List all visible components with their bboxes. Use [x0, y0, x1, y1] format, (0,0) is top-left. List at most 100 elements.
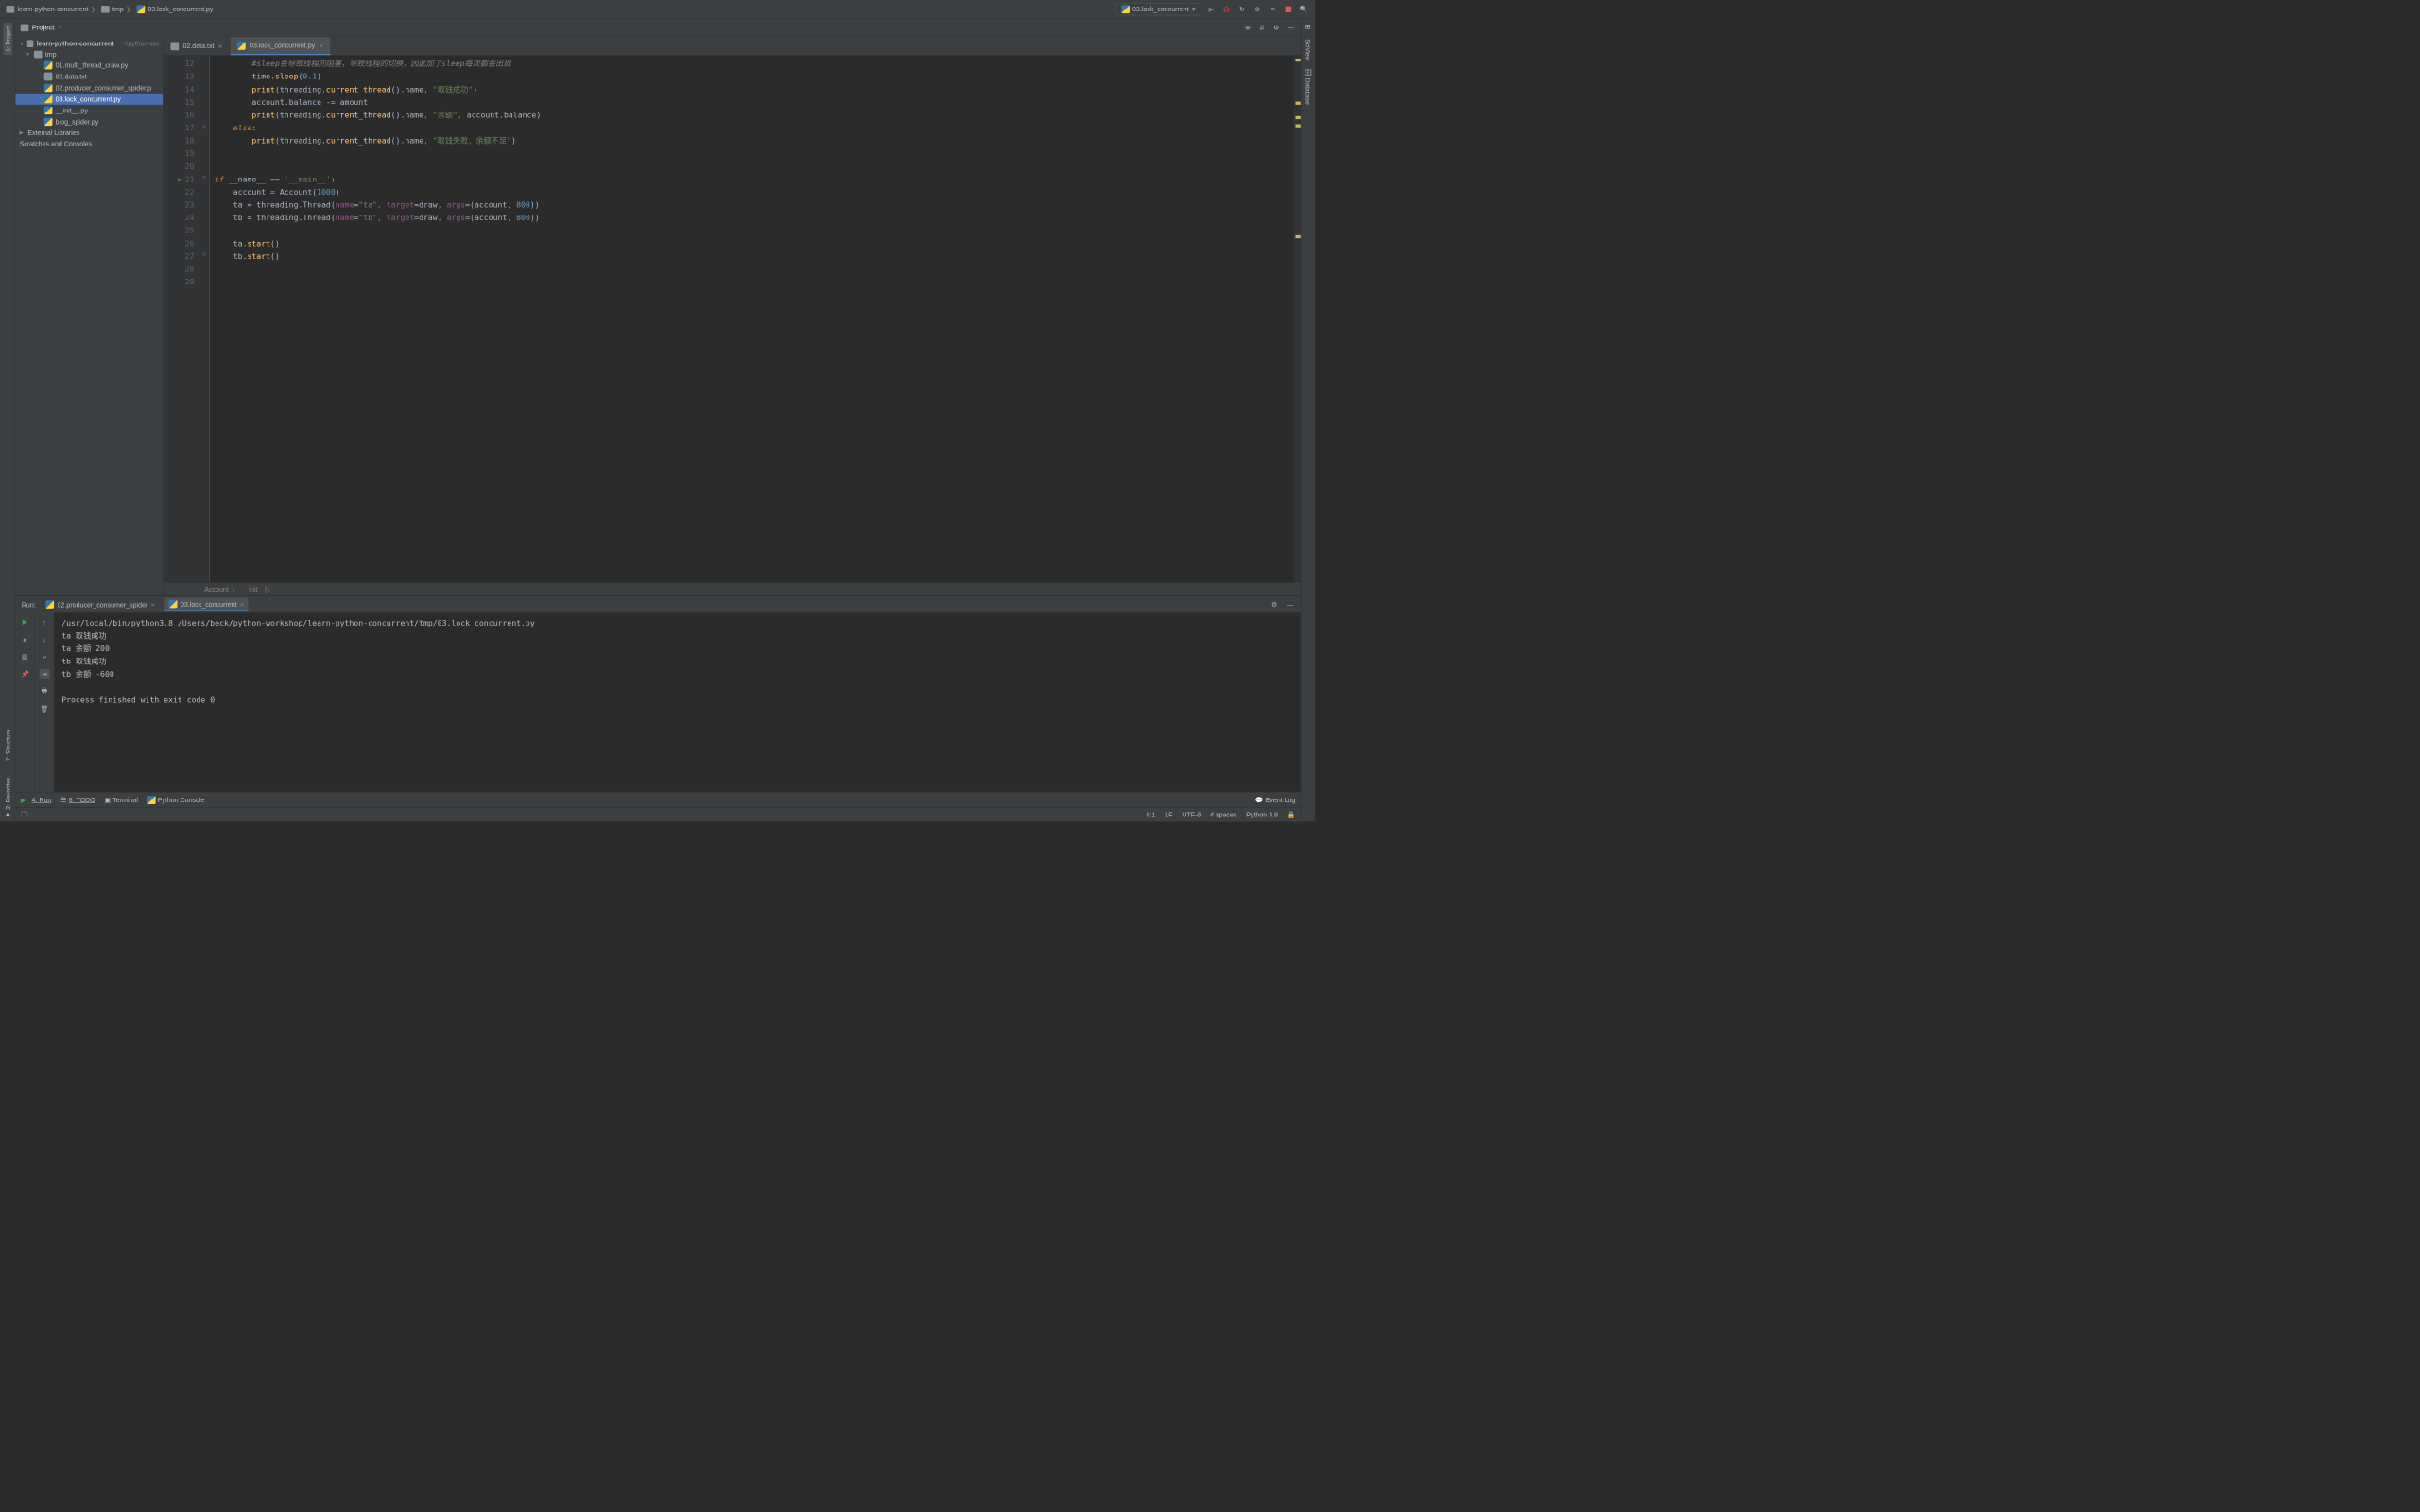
run-toolbar: 03.lock_concurrent ▾ ▶ 🐞 ↻ ⊕ ≡ 🔍: [1115, 3, 1309, 15]
python-console-button[interactable]: Python Console: [147, 796, 205, 804]
coverage-button[interactable]: ↻: [1237, 4, 1248, 14]
chevron-down-icon[interactable]: ▼: [58, 25, 62, 30]
cursor-position[interactable]: 8:1: [1147, 811, 1156, 818]
terminal-tool-button[interactable]: ▣ Terminal: [104, 796, 138, 804]
print-icon[interactable]: 🖶: [40, 687, 50, 697]
soft-wrap-icon[interactable]: ⤶: [40, 652, 50, 662]
run-gutter-icon[interactable]: ▶: [178, 173, 182, 186]
project-title[interactable]: Project: [32, 24, 55, 31]
run-button[interactable]: ▶: [1206, 4, 1217, 14]
hide-icon[interactable]: —: [1286, 600, 1295, 610]
tree-root[interactable]: ▼learn-python-concurrent ~/python-wo: [15, 38, 163, 48]
debug-button[interactable]: 🐞: [1221, 4, 1232, 14]
down-icon[interactable]: ↓: [40, 634, 50, 644]
event-log-button[interactable]: 💬 Event Log: [1255, 796, 1296, 804]
tool-windows-icon[interactable]: 🗀: [21, 811, 29, 819]
rerun-button[interactable]: ▶: [20, 617, 30, 627]
up-icon[interactable]: ↑: [40, 617, 50, 627]
project-tool-tab[interactable]: 1: Project: [3, 23, 12, 55]
tree-external-libraries[interactable]: ▶External Libraries: [15, 128, 163, 138]
chevron-right-icon: 〉: [127, 4, 133, 13]
status-bar: 🗀 8:1 LF UTF-8 4 spaces Python 3.8 🔒: [15, 807, 1301, 821]
tree-file[interactable]: __init__.py: [15, 105, 163, 116]
python-icon: [147, 796, 156, 804]
run-tool-window: Run: 02.producer_consumer_spider × 03.lo…: [15, 595, 1301, 792]
python-icon: [237, 42, 246, 50]
profile-button[interactable]: ⊕: [1253, 4, 1263, 14]
editor-tab-active[interactable]: 03.lock_concurrent.py×: [230, 37, 331, 55]
search-button[interactable]: 🔍: [1299, 4, 1309, 14]
stop-button[interactable]: [1283, 4, 1293, 14]
close-icon[interactable]: ×: [218, 42, 222, 50]
favorites-tool-tab[interactable]: ★ 2: Favorites: [3, 774, 12, 821]
line-gutter[interactable]: 121314151617181920 ▶21 2223242526272829: [164, 56, 199, 583]
code-content[interactable]: #sleep会导致线程的阻塞，导致线程的切换，因此加了sleep每次都会出现 t…: [210, 56, 1294, 583]
sciview-tool-tab[interactable]: SciView: [1305, 39, 1312, 60]
gear-icon[interactable]: ⚙: [1271, 23, 1281, 32]
tree-file-selected[interactable]: 03.lock_concurrent.py: [15, 94, 163, 105]
folder-icon: [27, 40, 34, 47]
folder-icon: [7, 6, 15, 13]
text-file-icon: [44, 73, 53, 81]
structure-tool-tab[interactable]: 7: Structure: [3, 726, 12, 764]
encoding[interactable]: UTF-8: [1182, 811, 1201, 818]
run-tool-button[interactable]: ▶ 4: Run: [21, 796, 52, 804]
toggle-icon[interactable]: ⊞: [1304, 23, 1312, 31]
chevron-down-icon: ▾: [1192, 5, 1196, 13]
run-side-toolbar: ▶ ■ ▥ 📌: [15, 612, 35, 792]
fold-gutter[interactable]: ⊖⊖⊖: [199, 56, 210, 583]
line-separator[interactable]: LF: [1165, 811, 1172, 818]
breadcrumb-folder[interactable]: tmp: [101, 5, 124, 12]
tree-file[interactable]: 02.producer_consumer_spider.p: [15, 82, 163, 94]
todo-tool-button[interactable]: ☰ 6: TODO: [60, 796, 95, 804]
python-icon: [44, 61, 53, 70]
editor-tabs: 02.data.txt× 03.lock_concurrent.py×: [164, 37, 1301, 56]
expand-all-icon[interactable]: ⇵: [1257, 23, 1267, 32]
close-icon[interactable]: ×: [320, 42, 323, 50]
layout-button[interactable]: ▥: [20, 652, 30, 662]
code-editor[interactable]: 121314151617181920 ▶21 2223242526272829 …: [164, 56, 1301, 583]
run-tab[interactable]: 02.producer_consumer_spider ×: [42, 598, 159, 610]
marker-bar[interactable]: [1293, 56, 1301, 583]
trash-icon[interactable]: 🗑: [40, 704, 50, 714]
navigation-bar: learn-python-concurrent 〉 tmp 〉 03.lock_…: [0, 0, 1315, 19]
editor-breadcrumb[interactable]: Account〉__init__(): [164, 582, 1301, 595]
run-header: Run: 02.producer_consumer_spider × 03.lo…: [15, 596, 1301, 612]
tree-folder[interactable]: ▼tmp: [15, 49, 163, 60]
run-output[interactable]: /usr/local/bin/python3.8 /Users/beck/pyt…: [55, 612, 1301, 792]
pin-button[interactable]: 📌: [20, 669, 30, 679]
breadcrumb-root[interactable]: learn-python-concurrent: [7, 5, 89, 12]
editor-tab[interactable]: 02.data.txt×: [164, 37, 231, 55]
editor: 02.data.txt× 03.lock_concurrent.py× 1213…: [164, 37, 1301, 595]
bottom-tool-stripe: ▶ 4: Run ☰ 6: TODO ▣ Terminal Python Con…: [15, 792, 1301, 807]
tree-scratches[interactable]: Scratches and Consoles: [15, 138, 163, 148]
concurrency-button[interactable]: ≡: [1268, 4, 1278, 14]
indent[interactable]: 4 spaces: [1210, 811, 1236, 818]
stop-button[interactable]: ■: [20, 634, 30, 644]
left-tool-stripe: 1: Project 7: Structure ★ 2: Favorites: [0, 19, 15, 822]
python-icon: [44, 84, 53, 93]
text-file-icon: [170, 42, 179, 50]
python-icon: [46, 600, 55, 609]
hide-icon[interactable]: —: [1287, 23, 1296, 32]
tree-file[interactable]: 01.multi_thread_craw.py: [15, 60, 163, 71]
lock-icon[interactable]: 🔒: [1288, 811, 1296, 819]
run-side-toolbar2: ↑ ↓ ⤶ ⇥ 🖶 🗑: [35, 612, 55, 792]
tree-file[interactable]: blog_spider.py: [15, 116, 163, 128]
python-icon: [136, 5, 145, 13]
python-icon: [169, 600, 178, 609]
run-tab-active[interactable]: 03.lock_concurrent ×: [165, 598, 249, 611]
breadcrumb: learn-python-concurrent 〉 tmp 〉 03.lock_…: [7, 4, 1116, 13]
tree-file[interactable]: 02.data.txt: [15, 71, 163, 82]
gear-icon[interactable]: ⚙: [1270, 600, 1279, 610]
close-icon[interactable]: ×: [151, 601, 155, 609]
breadcrumb-file[interactable]: 03.lock_concurrent.py: [136, 5, 213, 13]
run-config-selector[interactable]: 03.lock_concurrent ▾: [1115, 3, 1201, 15]
close-icon[interactable]: ×: [240, 600, 244, 608]
locate-icon[interactable]: ⊕: [1243, 23, 1253, 32]
database-tool-tab[interactable]: 🗄 Database: [1305, 69, 1312, 105]
interpreter[interactable]: Python 3.8: [1246, 811, 1278, 818]
project-panel-header: Project ▼ ⊕ ⇵ ⚙ —: [15, 19, 1301, 38]
scroll-end-icon[interactable]: ⇥: [40, 669, 50, 679]
chevron-right-icon: 〉: [92, 4, 98, 13]
